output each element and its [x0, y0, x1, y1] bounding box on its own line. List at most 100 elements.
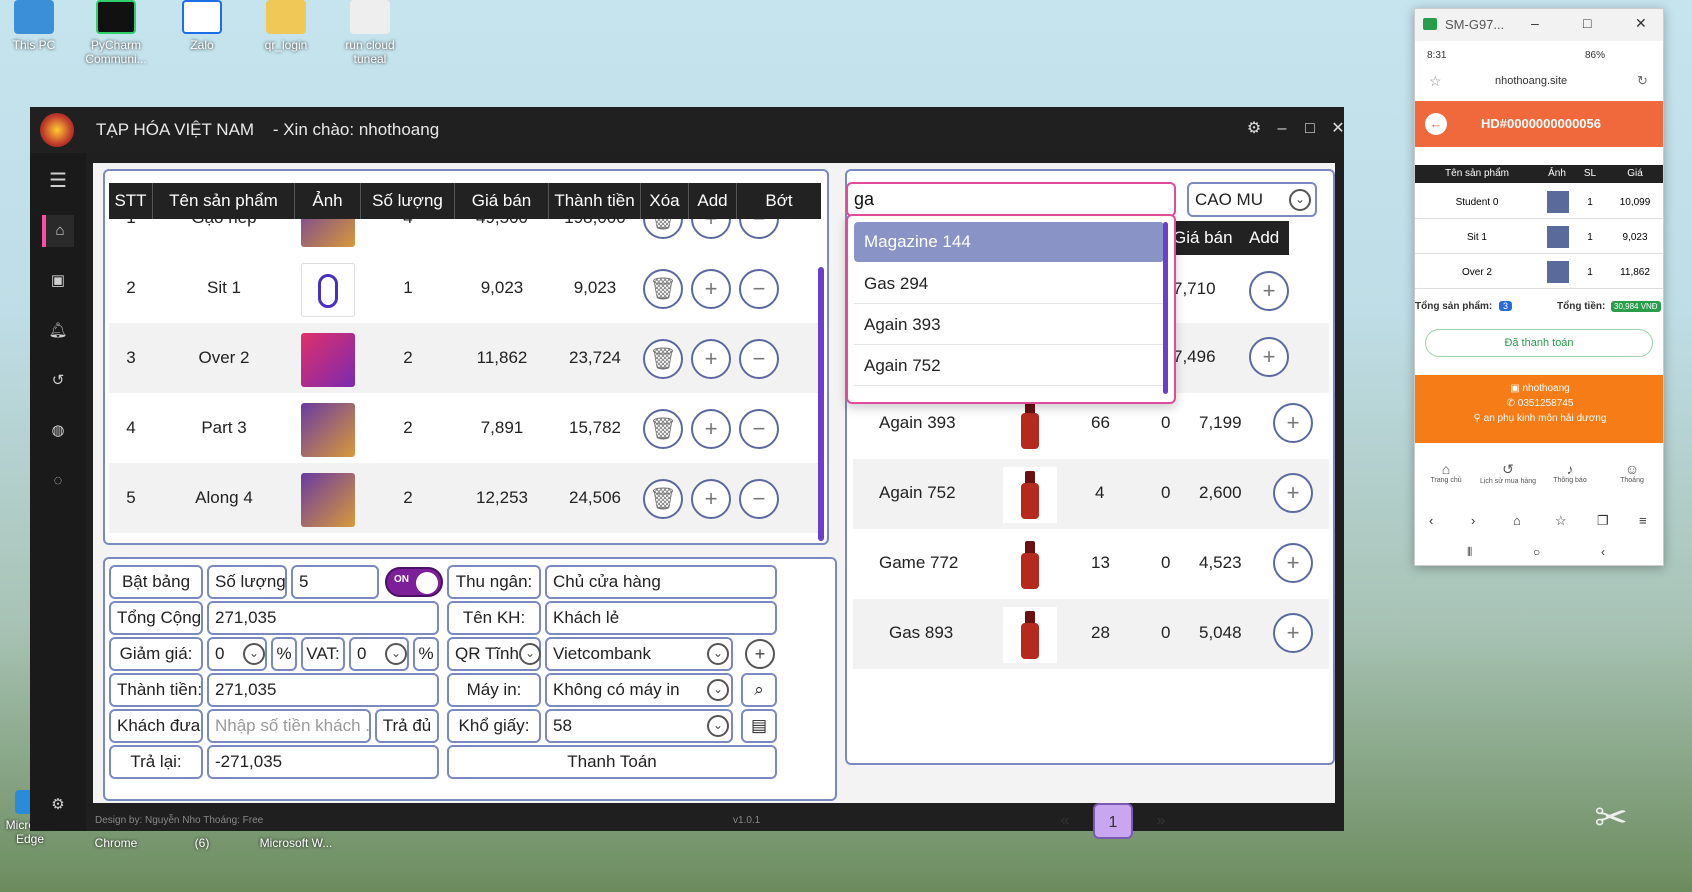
- order-scrollbar[interactable]: [818, 267, 824, 541]
- discount-dropdown-chevron-icon[interactable]: ⌄: [243, 643, 265, 665]
- add-plus-icon[interactable]: +: [1273, 543, 1313, 583]
- minus-icon[interactable]: −: [739, 339, 779, 379]
- products-icon[interactable]: ▣: [42, 265, 74, 297]
- browser-home-icon[interactable]: ⌂: [1513, 513, 1521, 528]
- phone-minimize-button[interactable]: –: [1531, 15, 1539, 31]
- row-total: 23,724: [569, 348, 621, 367]
- add-plus-icon[interactable]: +: [1273, 613, 1313, 653]
- paper-dropdown-chevron-icon[interactable]: ⌄: [707, 715, 729, 737]
- desktop-icon-folder-6[interactable]: (6): [162, 836, 242, 850]
- delete-trash-icon[interactable]: 🗑︎: [643, 409, 683, 449]
- settings-icon[interactable]: ⚙: [42, 789, 74, 821]
- add-plus-icon[interactable]: +: [691, 479, 731, 519]
- add-plus-icon[interactable]: +: [691, 339, 731, 379]
- desktop-icon-run-cloud[interactable]: run cloud tuneal: [330, 0, 410, 66]
- desktop-icon-zalo[interactable]: Zalo: [162, 0, 242, 52]
- customer-field[interactable]: Khách lẻ: [545, 601, 777, 635]
- chat-icon[interactable]: ◌: [42, 465, 74, 497]
- suggestion-item[interactable]: Again 752: [854, 346, 1164, 386]
- bank-select[interactable]: Vietcombank: [545, 637, 733, 671]
- menu-hamburger-icon[interactable]: ☰: [42, 165, 74, 197]
- browser-tabs-icon[interactable]: ❐: [1597, 513, 1609, 529]
- toggle-table-button[interactable]: Bật bảng: [109, 565, 203, 599]
- phone-maximize-button[interactable]: □: [1583, 15, 1591, 31]
- auto-toggle-switch[interactable]: ON: [385, 567, 443, 597]
- delete-trash-icon[interactable]: 🗑︎: [643, 479, 683, 519]
- paper-select[interactable]: 58: [545, 709, 733, 743]
- phone-close-button[interactable]: ✕: [1635, 15, 1647, 32]
- row-price: 9,023: [480, 278, 524, 297]
- order-rows: 1 Gạo nếp 4 49,500 198,000 🗑︎ + − 2 Sit …: [105, 219, 821, 543]
- qty-input[interactable]: 5: [291, 565, 379, 599]
- minus-icon[interactable]: −: [739, 269, 779, 309]
- star-icon[interactable]: ☆: [1429, 73, 1442, 90]
- exact-amount-button[interactable]: Trả đủ: [375, 709, 439, 743]
- desktop-icon-pycharm[interactable]: PyCharm Communi...: [76, 0, 156, 66]
- add-plus-icon[interactable]: +: [1273, 473, 1313, 513]
- nav-home[interactable]: ⌂ Trang chủ: [1415, 461, 1477, 484]
- zalo-icon: [182, 0, 222, 34]
- desktop-icon-qr-login[interactable]: qr_login: [246, 0, 326, 52]
- search-printer-icon[interactable]: ⌕: [741, 673, 777, 707]
- suggestion-item[interactable]: Magazine 144: [854, 222, 1164, 262]
- add-plus-icon[interactable]: +: [1249, 337, 1289, 377]
- col-price: Giá bán: [455, 183, 549, 219]
- desktop-icon-chrome[interactable]: Chrome: [76, 836, 156, 850]
- add-plus-icon[interactable]: +: [1249, 271, 1289, 311]
- close-button[interactable]: ✕: [1326, 117, 1350, 141]
- minus-icon[interactable]: −: [739, 479, 779, 519]
- home-circle-icon[interactable]: ○: [1533, 545, 1540, 559]
- save-floppy-icon[interactable]: ▤: [741, 709, 777, 743]
- delete-trash-icon[interactable]: 🗑︎: [643, 339, 683, 379]
- globe-icon[interactable]: ◍: [42, 415, 74, 447]
- browser-forward-icon[interactable]: ›: [1471, 513, 1475, 528]
- browser-back-icon[interactable]: ‹: [1429, 513, 1433, 528]
- add-bank-plus-icon[interactable]: +: [745, 639, 775, 669]
- reload-icon[interactable]: ↻: [1637, 73, 1648, 89]
- desktop-icon-this-pc[interactable]: This PC: [0, 0, 74, 52]
- add-plus-icon[interactable]: +: [1273, 403, 1313, 443]
- browser-menu-icon[interactable]: ≡: [1639, 513, 1647, 528]
- back-icon[interactable]: ‹: [1601, 545, 1605, 559]
- minimize-button[interactable]: –: [1270, 117, 1294, 141]
- maximize-button[interactable]: □: [1298, 117, 1322, 141]
- settings-gear-icon[interactable]: ⚙: [1242, 117, 1266, 141]
- nav-notifications[interactable]: ♪ Thông báo: [1539, 461, 1601, 484]
- printer-select[interactable]: Không có máy in: [545, 673, 733, 707]
- phone-col-qty: SL: [1583, 168, 1597, 179]
- paid-input[interactable]: Nhập số tiền khách ...: [207, 709, 371, 743]
- suggestion-item[interactable]: Gas 294: [854, 264, 1164, 304]
- back-arrow-icon[interactable]: ←: [1425, 113, 1447, 135]
- qr-dropdown-chevron-icon[interactable]: ⌄: [519, 643, 541, 665]
- home-icon[interactable]: ⌂: [42, 215, 74, 247]
- desktop-icon-word[interactable]: Microsoft W...: [246, 836, 346, 850]
- product-image: [301, 333, 355, 387]
- bell-icon[interactable]: 🔔︎: [42, 315, 74, 347]
- pay-button[interactable]: Thanh Toán: [447, 745, 777, 779]
- delete-trash-icon[interactable]: 🗑︎: [643, 269, 683, 309]
- cashier-field[interactable]: Chủ cửa hàng: [545, 565, 777, 599]
- phone-paid-status-button[interactable]: Đã thanh toán: [1425, 329, 1653, 357]
- delete-trash-icon[interactable]: 🗑︎: [643, 219, 683, 239]
- customer-dropdown-chevron-icon[interactable]: ⌄: [1289, 189, 1311, 211]
- add-plus-icon[interactable]: +: [691, 409, 731, 449]
- suggestion-item[interactable]: Again 393: [854, 305, 1164, 345]
- nav-history[interactable]: ↺ Lịch sử mua hàng: [1477, 461, 1539, 485]
- history-icon[interactable]: ↺: [42, 365, 74, 397]
- printer-dropdown-chevron-icon[interactable]: ⌄: [707, 679, 729, 701]
- vat-dropdown-chevron-icon[interactable]: ⌄: [385, 643, 407, 665]
- customer-select[interactable]: CAO MU ⌄: [1187, 182, 1317, 217]
- bank-dropdown-chevron-icon[interactable]: ⌄: [707, 643, 729, 665]
- product-search-input[interactable]: ga: [846, 182, 1176, 217]
- nav-notifications-label: Thông báo: [1553, 477, 1587, 484]
- browser-bookmark-icon[interactable]: ☆: [1555, 513, 1567, 529]
- recents-icon[interactable]: ⦀: [1467, 545, 1472, 560]
- nav-profile[interactable]: ☺ Thoáng: [1601, 461, 1663, 484]
- add-plus-icon[interactable]: +: [691, 269, 731, 309]
- phone-url[interactable]: nhothoang.site: [1495, 75, 1567, 87]
- product-price: 7,199: [1199, 413, 1242, 432]
- suggestion-scrollbar[interactable]: [1163, 222, 1168, 394]
- add-plus-icon[interactable]: +: [691, 219, 731, 239]
- minus-icon[interactable]: −: [739, 219, 779, 239]
- minus-icon[interactable]: −: [739, 409, 779, 449]
